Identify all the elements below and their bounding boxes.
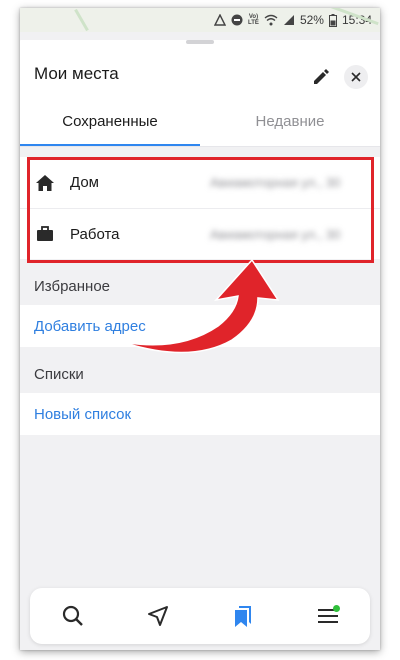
- saved-place-work[interactable]: Работа Авиамоторная ул., 30: [20, 208, 380, 259]
- notification-dot: [332, 605, 340, 612]
- saved-place-address: Авиамоторная ул., 30: [210, 175, 341, 190]
- page-title: Мои места: [34, 64, 119, 83]
- tab-recent[interactable]: Недавние: [200, 104, 380, 146]
- edit-button[interactable]: [310, 66, 332, 88]
- nav-search-button[interactable]: [53, 596, 93, 636]
- battery-icon: [328, 13, 337, 27]
- sheet-header: Мои места Сохраненные Недавние: [20, 40, 380, 147]
- saved-places-list: Дом Авиамоторная ул., 30 Работа Авиамото…: [20, 157, 380, 263]
- title-row: Мои места: [20, 44, 380, 104]
- nav-navigation-button[interactable]: [138, 596, 178, 636]
- favorites-heading: Избранное: [34, 278, 111, 295]
- home-icon: [34, 172, 56, 194]
- wifi-icon: [264, 14, 278, 26]
- pencil-icon: [314, 69, 329, 84]
- volte-icon: Vo) LTE: [248, 14, 259, 26]
- bookmarks-icon: [234, 606, 251, 627]
- lists-heading: Списки: [34, 366, 84, 383]
- saved-place-address: Авиамоторная ул., 30: [210, 226, 341, 242]
- bottom-navigation: [30, 588, 370, 644]
- nav-bookmarks-button[interactable]: [223, 596, 263, 636]
- my-places-sheet: Мои места Сохраненные Недавние Дом Авиам…: [20, 32, 380, 650]
- tab-saved[interactable]: Сохраненные: [20, 104, 200, 146]
- briefcase-icon: [34, 223, 56, 245]
- phone-screen: Vo) LTE 52% 15:34 Мои места Сохраненные …: [20, 8, 380, 650]
- tabs: Сохраненные Недавние: [20, 104, 380, 146]
- search-icon: [62, 605, 83, 626]
- saved-place-label: Работа: [70, 225, 120, 243]
- signal-icon: [283, 14, 295, 26]
- do-not-disturb-icon: [231, 14, 243, 26]
- map-road: [74, 8, 89, 32]
- navigation-arrow-icon: [147, 606, 168, 626]
- saved-place-label: Дом: [70, 174, 99, 191]
- close-icon: [351, 72, 361, 82]
- saved-place-home[interactable]: Дом Авиамоторная ул., 30: [20, 157, 380, 208]
- status-bar: Vo) LTE 52% 15:34: [20, 8, 380, 32]
- new-list-link[interactable]: Новый список: [20, 393, 380, 435]
- nav-menu-button[interactable]: [308, 596, 348, 636]
- add-address-link[interactable]: Добавить адрес: [20, 305, 380, 347]
- nfc-icon: [214, 14, 227, 26]
- close-button[interactable]: [344, 65, 368, 89]
- active-tab-indicator: [20, 144, 200, 146]
- battery-percent: 52%: [299, 13, 324, 27]
